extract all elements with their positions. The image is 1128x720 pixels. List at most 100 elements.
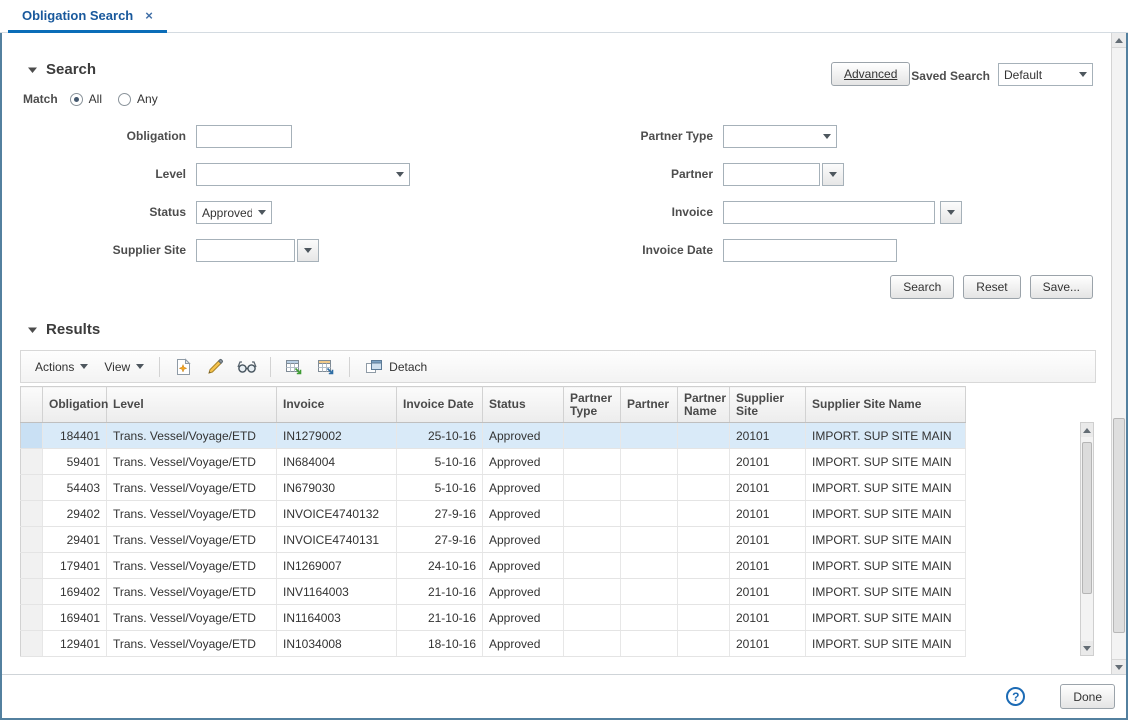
scroll-down-arrow[interactable] [1112,659,1126,674]
table-row[interactable]: 29402 Trans. Vessel/Voyage/ETD INVOICE47… [21,501,966,527]
match-any-option[interactable]: Any [118,92,158,106]
saved-search-select[interactable]: Default [998,63,1093,86]
row-selector-cell[interactable] [21,605,43,631]
partner-dropdown-button[interactable] [822,163,844,186]
cell-obligation-link[interactable]: 129401 [43,631,107,657]
table-row[interactable]: 184401 Trans. Vessel/Voyage/ETD IN127900… [21,423,966,449]
page-scrollbar[interactable] [1111,33,1126,674]
help-icon[interactable]: ? [1006,687,1025,706]
status-select[interactable]: Approved [196,201,272,224]
col-header-level[interactable]: Level [107,387,277,423]
results-section-header[interactable]: Results [28,321,100,338]
detach-button[interactable]: Detach [357,355,435,379]
table-scrollbar-thumb[interactable] [1082,442,1092,594]
row-selector-cell[interactable] [21,631,43,657]
cell-obligation-link[interactable]: 169401 [43,605,107,631]
match-all-option[interactable]: All [70,92,102,106]
edit-button[interactable] [201,354,229,380]
cell-obligation-link[interactable]: 184401 [43,423,107,449]
obligation-input[interactable] [196,125,292,148]
col-header-partner[interactable]: Partner [621,387,678,423]
view-menu[interactable]: View [96,356,152,378]
table-row[interactable]: 54403 Trans. Vessel/Voyage/ETD IN679030 … [21,475,966,501]
collapse-triangle-icon[interactable] [28,65,37,74]
table-scrollbar[interactable] [1080,422,1094,656]
match-any-radio[interactable] [118,93,131,106]
chevron-down-icon [1079,72,1087,77]
col-header-obligation[interactable]: Obligation [43,387,107,423]
page-scrollbar-thumb[interactable] [1113,418,1125,633]
cell-status: Approved [483,605,564,631]
col-header-status[interactable]: Status [483,387,564,423]
row-selector-cell[interactable] [21,579,43,605]
row-selector-cell[interactable] [21,501,43,527]
supplier-site-dropdown-button[interactable] [297,239,319,262]
col-header-partner-type[interactable]: Partner Type [564,387,621,423]
obligation-field-wrap [196,125,292,148]
actions-menu[interactable]: Actions [27,356,96,378]
row-selector-cell[interactable] [21,475,43,501]
cell-obligation-link[interactable]: 59401 [43,449,107,475]
cell-level: Trans. Vessel/Voyage/ETD [107,631,277,657]
tab-close-icon[interactable]: × [145,8,153,23]
table-row[interactable]: 59401 Trans. Vessel/Voyage/ETD IN684004 … [21,449,966,475]
row-selector-cell[interactable] [21,423,43,449]
export-button[interactable] [312,354,340,380]
col-header-invoice-date[interactable]: Invoice Date [397,387,483,423]
scroll-up-arrow[interactable] [1112,33,1126,48]
partner-type-select[interactable] [723,125,837,148]
export-to-excel-button[interactable] [280,354,308,380]
search-section-header[interactable]: Search [28,61,96,78]
level-label: Level [22,167,186,181]
cell-obligation-link[interactable]: 169402 [43,579,107,605]
cell-supplier-site-name: IMPORT. SUP SITE MAIN [806,579,966,605]
scroll-up-arrow[interactable] [1081,423,1093,437]
col-header-invoice[interactable]: Invoice [277,387,397,423]
cell-obligation-link[interactable]: 54403 [43,475,107,501]
results-table: Obligation Level Invoice Invoice Date St… [20,386,966,657]
search-button[interactable]: Search [890,275,954,299]
table-row[interactable]: 129401 Trans. Vessel/Voyage/ETD IN103400… [21,631,966,657]
table-row[interactable]: 169402 Trans. Vessel/Voyage/ETD INV11640… [21,579,966,605]
cell-obligation-link[interactable]: 29402 [43,501,107,527]
tab-obligation-search[interactable]: Obligation Search × [8,0,167,33]
col-header-supplier-site[interactable]: Supplier Site [730,387,806,423]
invoice-input[interactable] [723,201,935,224]
invoice-dropdown-button[interactable] [940,201,962,224]
page-content: Search Advanced Saved Search Default Mat… [2,33,1126,674]
table-row[interactable]: 29401 Trans. Vessel/Voyage/ETD INVOICE47… [21,527,966,553]
row-selector-cell[interactable] [21,449,43,475]
cell-obligation-link[interactable]: 179401 [43,553,107,579]
match-all-radio[interactable] [70,93,83,106]
cell-supplier-site-name: IMPORT. SUP SITE MAIN [806,605,966,631]
save-button[interactable]: Save... [1030,275,1093,299]
reset-button[interactable]: Reset [963,275,1020,299]
invoice-date-input[interactable] [723,239,897,262]
table-row[interactable]: 179401 Trans. Vessel/Voyage/ETD IN126900… [21,553,966,579]
cell-level: Trans. Vessel/Voyage/ETD [107,501,277,527]
scroll-down-arrow[interactable] [1081,641,1093,655]
col-header-supplier-site-name[interactable]: Supplier Site Name [806,387,966,423]
view-record-button[interactable] [233,354,261,380]
table-row[interactable]: 169401 Trans. Vessel/Voyage/ETD IN116400… [21,605,966,631]
chevron-down-icon [136,364,144,369]
row-selector-cell[interactable] [21,553,43,579]
col-header-partner-name[interactable]: Partner Name [678,387,730,423]
results-table-wrap: Obligation Level Invoice Invoice Date St… [20,386,965,657]
status-field-wrap: Approved [196,201,272,224]
cell-supplier-site: 20101 [730,501,806,527]
cell-invoice: IN1164003 [277,605,397,631]
cell-invoice: IN1279002 [277,423,397,449]
tab-label: Obligation Search [22,8,133,23]
create-button[interactable] [169,354,197,380]
partner-input[interactable] [723,163,820,186]
row-selector-cell[interactable] [21,527,43,553]
cell-obligation-link[interactable]: 29401 [43,527,107,553]
partner-label: Partner [558,167,713,181]
col-header-selector[interactable] [21,387,43,423]
done-button[interactable]: Done [1060,684,1115,709]
supplier-site-input[interactable] [196,239,295,262]
collapse-triangle-icon[interactable] [28,325,37,334]
level-select[interactable] [196,163,410,186]
chevron-down-icon [947,210,955,215]
